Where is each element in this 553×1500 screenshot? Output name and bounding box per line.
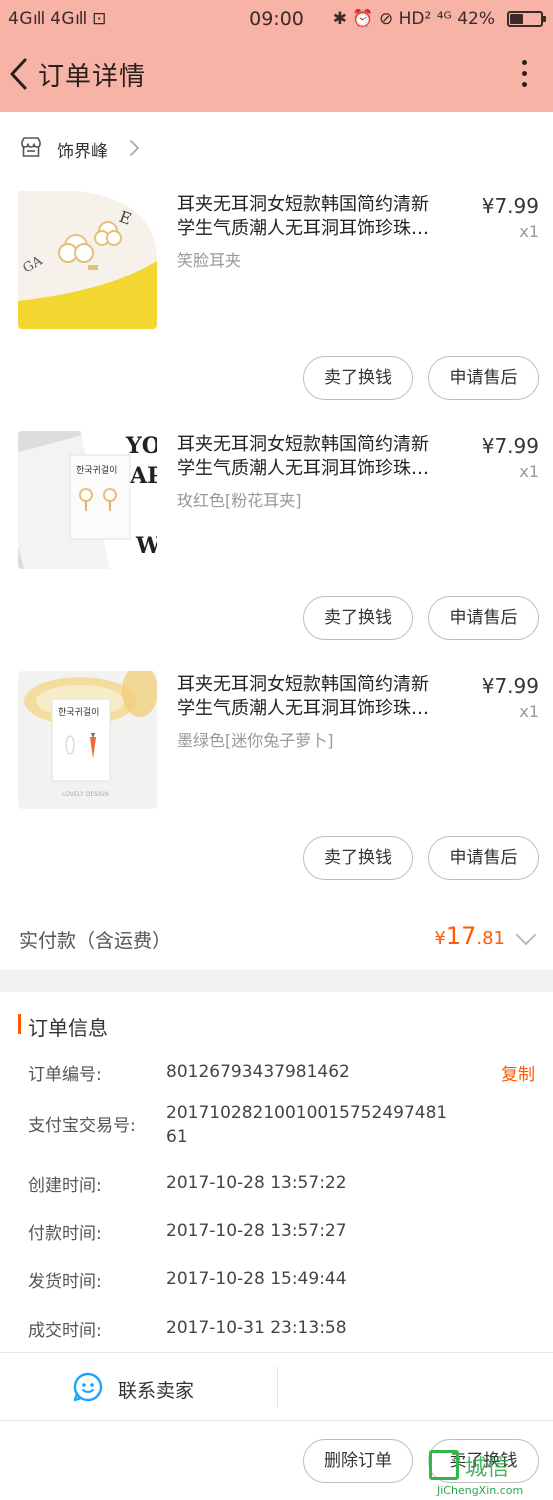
- shop-name: 饰界峰: [57, 142, 108, 162]
- product-title[interactable]: 耳夹无耳洞女短款韩国简约清新 学生气质潮人无耳洞耳饰珍珠…: [177, 193, 462, 241]
- sell-button[interactable]: 卖了换钱: [303, 356, 413, 400]
- product-image[interactable]: 한국귀걸이 LOVELY DESIGN: [18, 671, 157, 809]
- info-value: 2017-10-28 13:57:27: [166, 1221, 347, 1241]
- svg-text:한국귀걸이: 한국귀걸이: [58, 707, 99, 718]
- after-sales-button[interactable]: 申请售后: [428, 836, 539, 880]
- order-item: E GA 耳夹无耳洞女短款韩国简约清新 学生气质潮人无耳洞耳饰珍珠… 笑脸耳夹 …: [0, 191, 553, 431]
- info-label: 订单编号:: [28, 1065, 102, 1085]
- product-quantity: x1: [519, 222, 539, 241]
- info-value: 2017-10-28 13:57:22: [166, 1173, 347, 1193]
- order-info-title: 订单信息: [28, 1016, 108, 1040]
- divider: [0, 1352, 553, 1353]
- product-title-line-2: 学生气质潮人无耳洞耳饰珍珠…: [177, 698, 429, 719]
- back-arrow-icon[interactable]: [6, 56, 32, 92]
- info-value: 20171028210010015752497481 61: [166, 1103, 448, 1147]
- product-price: ¥7.99: [481, 434, 539, 458]
- product-sku: 笑脸耳夹: [177, 251, 242, 270]
- product-title-line-1: 耳夹无耳洞女短款韩国简约清新: [177, 674, 429, 695]
- product-image[interactable]: YO AP W 한국귀걸이: [18, 431, 157, 569]
- watermark-logo: 城信 JiChengXin.com: [429, 1446, 549, 1500]
- info-label: 创建时间:: [28, 1176, 102, 1196]
- info-label: 发货时间:: [28, 1272, 102, 1292]
- chevron-down-icon[interactable]: [515, 932, 537, 946]
- product-title[interactable]: 耳夹无耳洞女短款韩国简约清新 学生气质潮人无耳洞耳饰珍珠…: [177, 673, 462, 721]
- contact-seller-label: 联系卖家: [118, 1380, 195, 1402]
- total-integer: 17: [445, 922, 477, 950]
- product-sku: 墨绿色[迷你兔子萝卜]: [177, 731, 334, 750]
- chevron-right-icon: [128, 139, 140, 157]
- product-title-line-1: 耳夹无耳洞女短款韩国简约清新: [177, 434, 429, 455]
- total-currency: ¥: [434, 928, 446, 949]
- total-decimal: .81: [476, 928, 505, 949]
- product-quantity: x1: [519, 462, 539, 481]
- total-amount: ¥17.81: [434, 922, 505, 950]
- product-sku: 玫红色[粉花耳夹]: [177, 491, 302, 510]
- product-price: ¥7.99: [481, 674, 539, 698]
- info-label: 成交时间:: [28, 1321, 102, 1341]
- status-bar: 4Gıll 4Gıll ⊡ 09:00 ✱ ⏰ ⊘ HD² ⁴ᴳ 42%: [0, 0, 553, 38]
- total-row[interactable]: 实付款（含运费） ¥17.81: [0, 910, 553, 968]
- app-header: 4Gıll 4Gıll ⊡ 09:00 ✱ ⏰ ⊘ HD² ⁴ᴳ 42% 订单详…: [0, 0, 553, 112]
- info-label: 支付宝交易号:: [28, 1116, 136, 1136]
- chat-bubble-icon: [72, 1371, 104, 1403]
- total-label: 实付款（含运费）: [19, 930, 172, 952]
- info-value: 80126793437981462: [166, 1062, 350, 1082]
- product-title-line-2: 学生气质潮人无耳洞耳饰珍珠…: [177, 458, 429, 479]
- page-title: 订单详情: [38, 62, 147, 92]
- status-icons: ✱ ⏰ ⊘ HD² ⁴ᴳ 42%: [332, 9, 495, 29]
- after-sales-button[interactable]: 申请售后: [428, 356, 539, 400]
- after-sales-button[interactable]: 申请售后: [428, 596, 539, 640]
- product-price: ¥7.99: [481, 194, 539, 218]
- accent-bar: [18, 1014, 21, 1034]
- store-icon: [20, 136, 42, 158]
- order-item: 한국귀걸이 LOVELY DESIGN 耳夹无耳洞女短款韩国简约清新 学生气质潮…: [0, 671, 553, 911]
- product-image[interactable]: E GA: [18, 191, 157, 329]
- delete-order-button[interactable]: 删除订单: [303, 1439, 413, 1483]
- info-label: 付款时间:: [28, 1224, 102, 1244]
- divider: [0, 1420, 553, 1421]
- info-value: 2017-10-31 23:13:58: [166, 1318, 347, 1338]
- shop-row[interactable]: 饰界峰: [0, 120, 553, 176]
- svg-text:AP: AP: [129, 463, 157, 489]
- svg-text:W: W: [135, 533, 157, 559]
- battery-fill: [510, 14, 523, 24]
- watermark-text: 城信: [465, 1456, 510, 1481]
- svg-text:한국귀걸이: 한국귀걸이: [76, 465, 117, 476]
- order-item: YO AP W 한국귀걸이 耳夹无耳洞女短款韩国简约清新 学生气质潮人无耳洞耳饰…: [0, 431, 553, 671]
- battery-icon: [507, 11, 546, 27]
- info-value: 2017-10-28 15:49:44: [166, 1269, 347, 1289]
- section-gap: [0, 970, 553, 992]
- product-title-line-2: 学生气质潮人无耳洞耳饰珍珠…: [177, 218, 429, 239]
- sell-button[interactable]: 卖了换钱: [303, 596, 413, 640]
- copy-button[interactable]: 复制: [501, 1060, 535, 1085]
- vertical-divider: [277, 1366, 278, 1408]
- battery-tip: [543, 16, 546, 22]
- sell-button[interactable]: 卖了换钱: [303, 836, 413, 880]
- watermark-url: JiChengXin.com: [437, 1484, 524, 1497]
- more-options-icon[interactable]: [519, 60, 529, 90]
- svg-text:LOVELY DESIGN: LOVELY DESIGN: [62, 791, 109, 798]
- product-title[interactable]: 耳夹无耳洞女短款韩国简约清新 学生气质潮人无耳洞耳饰珍珠…: [177, 433, 462, 481]
- contact-seller-button[interactable]: 联系卖家: [0, 1354, 276, 1420]
- product-title-line-1: 耳夹无耳洞女短款韩国简约清新: [177, 194, 429, 215]
- product-quantity: x1: [519, 702, 539, 721]
- watermark-square-icon: [429, 1450, 459, 1480]
